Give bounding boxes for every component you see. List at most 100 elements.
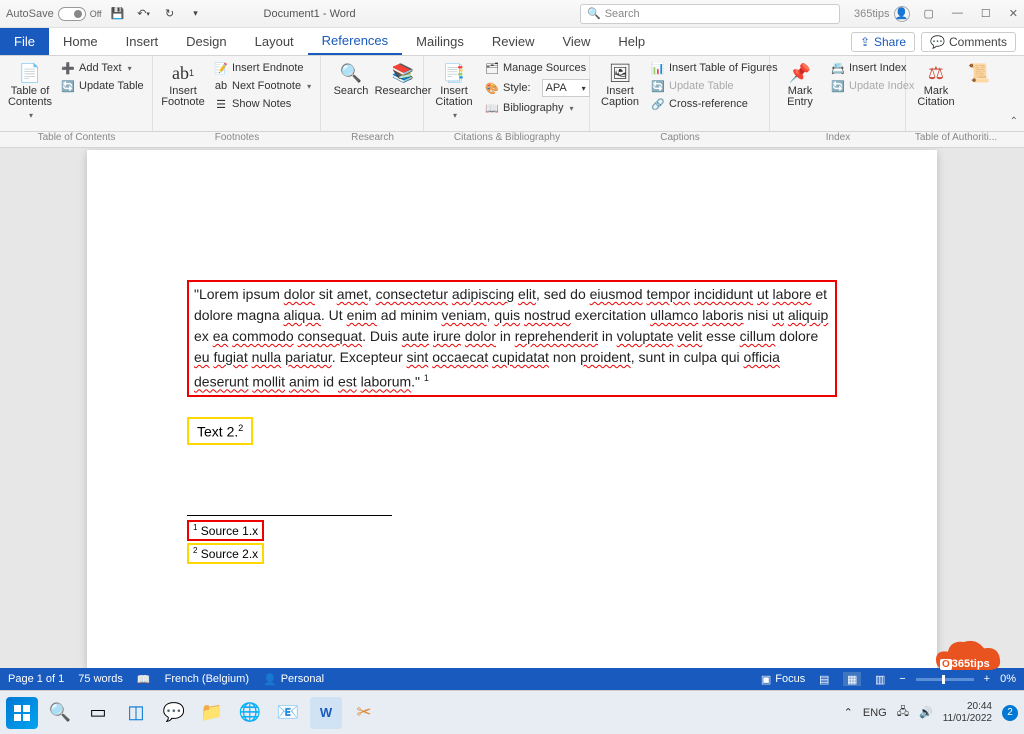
- style-icon: 🎨: [485, 81, 499, 95]
- page[interactable]: "Lorem ipsum dolor sit amet, consectetur…: [87, 150, 937, 668]
- mark-citation-icon: ⚖: [925, 62, 947, 84]
- tab-references[interactable]: References: [308, 28, 402, 55]
- widgets-icon[interactable]: ◫: [120, 697, 152, 729]
- ribbon-options-icon[interactable]: ▢: [924, 7, 934, 20]
- share-button[interactable]: ⇪Share: [851, 32, 915, 52]
- account-name: 365tips: [854, 8, 889, 20]
- next-footnote-button[interactable]: abNext Footnote▾: [211, 78, 314, 94]
- insert-endnote-button[interactable]: 📝Insert Endnote: [211, 60, 314, 76]
- search-placeholder: Search: [605, 8, 640, 20]
- update-caption-table-button[interactable]: 🔄Update Table: [648, 78, 781, 94]
- tab-home[interactable]: Home: [49, 28, 112, 55]
- snip-icon[interactable]: ✂: [348, 697, 380, 729]
- search-input[interactable]: 🔍 Search: [580, 4, 840, 24]
- insert-citation-button[interactable]: 📑Insert Citation▾: [430, 60, 478, 123]
- comments-button[interactable]: 💬Comments: [921, 32, 1016, 52]
- group-toc: 📄Table of Contents▾ ➕Add Text▾ 🔄Update T…: [0, 56, 153, 131]
- tab-layout[interactable]: Layout: [241, 28, 308, 55]
- volume-icon[interactable]: 🔊: [919, 706, 933, 719]
- tab-review[interactable]: Review: [478, 28, 549, 55]
- word-count[interactable]: 75 words: [78, 673, 123, 685]
- search-button[interactable]: 🔍Search: [327, 60, 375, 99]
- redo-icon[interactable]: ↻: [162, 6, 178, 22]
- chat-icon[interactable]: 💬: [158, 697, 190, 729]
- citation-icon: 📑: [443, 62, 465, 84]
- insert-footnote-button[interactable]: ab1Insert Footnote: [159, 60, 207, 110]
- zoom-out-icon[interactable]: −: [899, 673, 905, 685]
- autosave-state: Off: [90, 9, 102, 19]
- mark-entry-button[interactable]: 📌Mark Entry: [776, 60, 824, 110]
- file-tab[interactable]: File: [0, 28, 49, 55]
- update-index-button[interactable]: 🔄Update Index: [828, 78, 917, 94]
- tab-view[interactable]: View: [548, 28, 604, 55]
- group-footnotes: ab1Insert Footnote 📝Insert Endnote abNex…: [153, 56, 321, 131]
- spell-check-icon[interactable]: 📖: [137, 673, 151, 686]
- search-taskbar-icon[interactable]: 🔍: [44, 697, 76, 729]
- mark-citation-button[interactable]: ⚖Mark Citation: [912, 60, 960, 110]
- focus-mode[interactable]: ▣Focus: [761, 673, 805, 686]
- maximize-icon[interactable]: ☐: [981, 7, 991, 20]
- caption-icon: 🖼: [609, 62, 631, 84]
- ribbon: 📄Table of Contents▾ ➕Add Text▾ 🔄Update T…: [0, 56, 1024, 132]
- close-icon[interactable]: ✕: [1009, 7, 1018, 20]
- manage-sources-button[interactable]: 🗂Manage Sources: [482, 60, 593, 76]
- comment-icon: 💬: [930, 35, 945, 49]
- clock[interactable]: 20:44 11/01/2022: [943, 701, 992, 725]
- personal-indicator[interactable]: 👤Personal: [263, 673, 324, 686]
- edge-icon[interactable]: 🌐: [234, 697, 266, 729]
- web-layout-icon[interactable]: ▥: [871, 672, 889, 686]
- tab-design[interactable]: Design: [172, 28, 240, 55]
- word-icon[interactable]: W: [310, 697, 342, 729]
- minimize-icon[interactable]: —: [952, 7, 963, 20]
- researcher-button[interactable]: 📚Researcher: [379, 60, 427, 99]
- status-bar: Page 1 of 1 75 words 📖 French (Belgium) …: [0, 668, 1024, 690]
- insert-index-button[interactable]: 📇Insert Index: [828, 60, 917, 76]
- undo-icon[interactable]: ↶▾: [136, 6, 152, 22]
- cross-reference-button[interactable]: 🔗Cross-reference: [648, 96, 781, 112]
- footnote-2-text: Source 2.x: [201, 547, 258, 561]
- paragraph-1-highlighted[interactable]: "Lorem ipsum dolor sit amet, consectetur…: [187, 280, 837, 397]
- account-area[interactable]: 365tips 👤: [854, 6, 909, 22]
- table-of-contents-button[interactable]: 📄Table of Contents▾: [6, 60, 54, 123]
- mark-entry-icon: 📌: [789, 62, 811, 84]
- citation-style-select[interactable]: 🎨Style: APA▾: [482, 78, 593, 98]
- paragraph-2-highlighted[interactable]: Text 2.2: [187, 417, 253, 446]
- toggle-switch[interactable]: [58, 7, 86, 21]
- tab-help[interactable]: Help: [604, 28, 659, 55]
- autosave-toggle[interactable]: AutoSave Off: [6, 7, 102, 21]
- explorer-icon[interactable]: 📁: [196, 697, 228, 729]
- footnote-1-highlighted[interactable]: 1 Source 1.x: [187, 520, 264, 541]
- print-layout-icon[interactable]: ▦: [843, 672, 861, 686]
- qat-more-icon[interactable]: ▾: [188, 6, 204, 22]
- group-citations: 📑Insert Citation▾ 🗂Manage Sources 🎨Style…: [424, 56, 590, 131]
- task-view-icon[interactable]: ▭: [82, 697, 114, 729]
- window-controls: ▢ — ☐ ✕: [924, 7, 1019, 20]
- tab-mailings[interactable]: Mailings: [402, 28, 478, 55]
- footnote-2-highlighted[interactable]: 2 Source 2.x: [187, 543, 264, 564]
- update-table-button[interactable]: 🔄Update Table: [58, 78, 147, 94]
- read-mode-icon[interactable]: ▤: [815, 672, 833, 686]
- page-indicator[interactable]: Page 1 of 1: [8, 673, 64, 685]
- document-area[interactable]: "Lorem ipsum dolor sit amet, consectetur…: [0, 148, 1024, 668]
- search-icon: 🔍: [587, 7, 601, 20]
- language-indicator[interactable]: French (Belgium): [165, 673, 249, 685]
- toc-icon: 📄: [19, 62, 41, 84]
- save-icon[interactable]: 💾: [110, 6, 126, 22]
- notification-badge[interactable]: 2: [1002, 705, 1018, 721]
- tray-chevron-icon[interactable]: ⌃: [844, 706, 853, 719]
- footnote-ref-2: 2: [238, 423, 243, 433]
- autosave-label: AutoSave: [6, 8, 54, 20]
- start-button[interactable]: [6, 697, 38, 729]
- show-notes-button[interactable]: ☰Show Notes: [211, 96, 314, 112]
- insert-caption-button[interactable]: 🖼Insert Caption: [596, 60, 644, 110]
- network-icon[interactable]: 🖧: [897, 703, 909, 722]
- insert-index-icon: 📇: [831, 61, 845, 75]
- insert-table-figures-button[interactable]: 📊Insert Table of Figures: [648, 60, 781, 76]
- tab-insert[interactable]: Insert: [112, 28, 173, 55]
- insert-authorities-button[interactable]: 📜: [964, 60, 994, 86]
- bibliography-button[interactable]: 📖Bibliography▾: [482, 100, 593, 116]
- outlook-icon[interactable]: 📧: [272, 697, 304, 729]
- collapse-ribbon-icon[interactable]: ⌃: [1010, 116, 1018, 127]
- add-text-button[interactable]: ➕Add Text▾: [58, 60, 147, 76]
- language-indicator-tray[interactable]: ENG: [863, 707, 887, 719]
